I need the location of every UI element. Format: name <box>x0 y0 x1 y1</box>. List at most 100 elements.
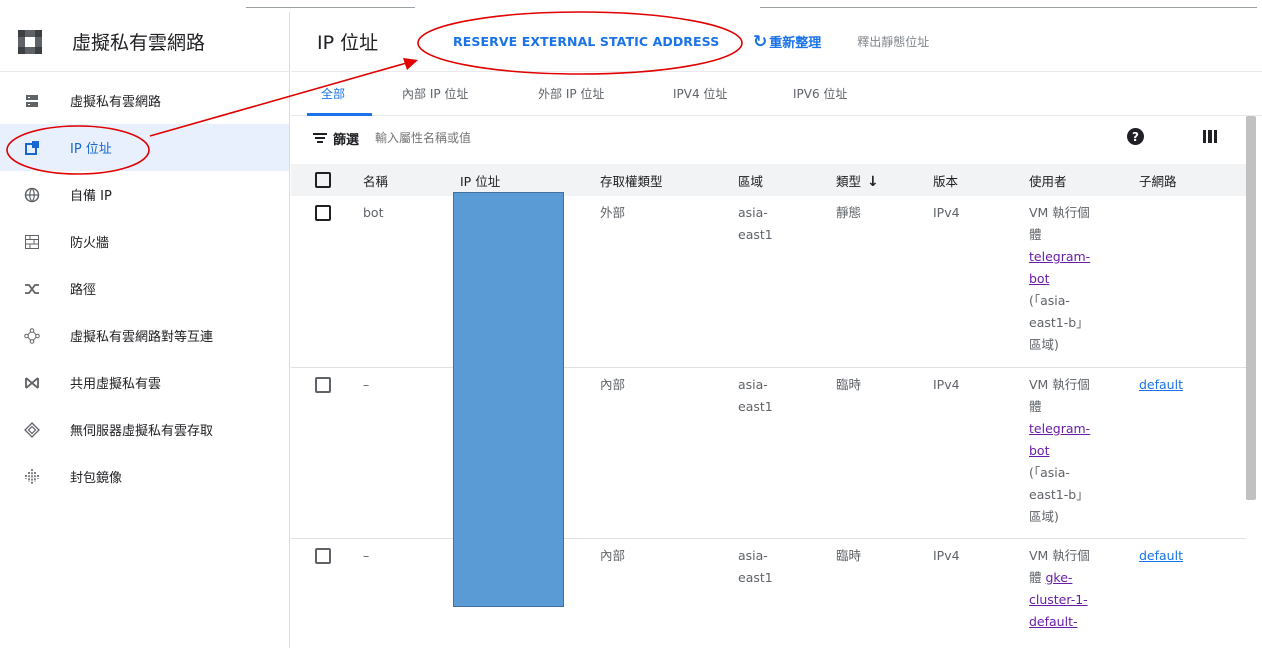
toolbar: IP 位址 RESERVE EXTERNAL STATIC ADDRESS ↻ … <box>291 12 1262 72</box>
sidebar-item-packet-mirroring[interactable]: 封包鏡像 <box>0 453 289 500</box>
cell-region: asia-east1 <box>738 538 836 648</box>
cell-zone-text: (「asia- <box>1029 293 1070 308</box>
ip-address-table: 名稱 IP 位址 存取權類型 區域 類型 ↓ 版本 使用者 子網路 bot 外部 … <box>291 164 1246 648</box>
column-header-type[interactable]: 類型 ↓ <box>836 164 933 196</box>
sidebar-item-serverless-access[interactable]: 無伺服器虛擬私有雲存取 <box>0 406 289 453</box>
filter-label: 篩選 <box>333 132 360 148</box>
cell-access-type: 外部 <box>600 205 626 220</box>
table-row[interactable]: – 內部 asia-east1 臨時 IPv4 VM 執行個 體 gke- cl… <box>291 538 1246 648</box>
cell-user-text: 體 gke- <box>1029 567 1139 589</box>
column-header-region[interactable]: 區域 <box>738 164 836 196</box>
filter-icon[interactable] <box>313 133 327 143</box>
sidebar: 虛擬私有雲網路 虛擬私有雲網路 IP 位址 自備 IP 防火牆 路徑 虛擬私有雲… <box>0 12 290 648</box>
firewall-icon <box>22 234 42 249</box>
cell-subnet <box>1139 196 1246 367</box>
column-display-options-icon[interactable] <box>1203 130 1217 143</box>
cell-zone-text: east1-b」 <box>1029 315 1089 330</box>
refresh-icon: ↻ <box>753 31 768 52</box>
vm-instance-link[interactable]: telegram- <box>1029 418 1139 440</box>
cell-user-text-part: VM 執行個 <box>1029 547 1090 563</box>
cell-region: asia-east1 <box>738 196 836 367</box>
vpc-network-icon <box>22 94 42 108</box>
cell-user-text: VM 執行個 <box>1029 205 1090 220</box>
sidebar-item-label: 無伺服器虛擬私有雲存取 <box>70 424 214 439</box>
tab-external-ip[interactable]: 外部 IP 位址 <box>538 85 604 102</box>
sidebar-title: 虛擬私有雲網路 <box>72 32 206 54</box>
sidebar-item-label: 共用虛擬私有雲 <box>70 377 162 392</box>
refresh-button[interactable]: ↻ 重新整理 <box>753 32 821 52</box>
packet-mirroring-icon <box>22 468 42 486</box>
subnet-link[interactable]: default <box>1139 377 1183 392</box>
sidebar-item-label: 虛擬私有雲網路 <box>70 95 162 110</box>
vm-instance-link[interactable]: telegram- <box>1029 246 1139 268</box>
sidebar-item-vpc-networks[interactable]: 虛擬私有雲網路 <box>0 77 289 124</box>
select-all-checkbox[interactable] <box>315 172 331 188</box>
vm-instance-link[interactable]: gke- <box>1046 570 1073 585</box>
cell-zone-text: (「asia- <box>1029 464 1070 480</box>
sidebar-item-ip-addresses[interactable]: IP 位址 <box>0 124 289 171</box>
table-header-row: 名稱 IP 位址 存取權類型 區域 類型 ↓ 版本 使用者 子網路 <box>291 164 1246 196</box>
scrollbar[interactable] <box>1246 116 1256 500</box>
reserve-external-static-address-button[interactable]: RESERVE EXTERNAL STATIC ADDRESS <box>453 34 753 49</box>
cell-region-line: east1 <box>738 569 773 585</box>
cell-region: asia-east1 <box>738 367 836 538</box>
sidebar-item-firewall[interactable]: 防火牆 <box>0 218 289 265</box>
column-header-in-use-by[interactable]: 使用者 <box>1029 164 1139 196</box>
cell-region-line: asia- <box>738 547 768 563</box>
cell-region-line: east1 <box>738 398 773 414</box>
filter-bar: 篩選 ? <box>291 116 1262 160</box>
table-row[interactable]: bot 外部 asia-east1 靜態 IPv4 VM 執行個 體 teleg… <box>291 196 1246 367</box>
vm-instance-link[interactable]: default- <box>1029 611 1139 633</box>
cell-access-type: 內部 <box>600 547 626 563</box>
cell-subnet: default <box>1139 367 1246 538</box>
tab-ipv6[interactable]: IPV6 位址 <box>793 85 847 102</box>
cell-version: IPv4 <box>933 376 960 392</box>
top-divider-right <box>760 7 1257 8</box>
ip-address-icon <box>22 140 42 155</box>
column-header-name[interactable]: 名稱 <box>363 164 460 196</box>
cell-name: bot <box>363 205 384 220</box>
filter-input[interactable] <box>375 131 676 145</box>
column-header-version[interactable]: 版本 <box>933 164 1029 196</box>
cell-region-line: asia- <box>738 376 768 392</box>
sidebar-item-label: 封包鏡像 <box>70 471 123 486</box>
row-checkbox[interactable] <box>315 205 331 221</box>
help-icon[interactable]: ? <box>1127 128 1144 145</box>
column-header-access-type[interactable]: 存取權類型 <box>600 164 738 196</box>
sidebar-item-label: IP 位址 <box>70 142 112 157</box>
sidebar-item-routes[interactable]: 路徑 <box>0 265 289 312</box>
tab-internal-ip[interactable]: 內部 IP 位址 <box>402 85 468 102</box>
sidebar-item-label: 防火牆 <box>70 236 110 251</box>
sort-descending-icon: ↓ <box>867 173 879 190</box>
tab-all[interactable]: 全部 <box>321 85 345 102</box>
column-header-subnet[interactable]: 子網路 <box>1139 164 1246 196</box>
serverless-access-icon <box>22 421 42 438</box>
tab-ipv4[interactable]: IPV4 位址 <box>673 85 727 102</box>
sidebar-item-label: 自備 IP <box>70 189 112 204</box>
redacted-ip-block <box>453 192 564 607</box>
cell-version: IPv4 <box>933 205 960 220</box>
sidebar-item-vpc-peering[interactable]: 虛擬私有雲網路對等互連 <box>0 312 289 359</box>
row-checkbox[interactable] <box>315 376 331 393</box>
cell-type: 臨時 <box>836 376 862 392</box>
cell-in-use-by: VM 執行個 體 telegram- bot (「asia- east1-b」 … <box>1029 196 1139 367</box>
cell-in-use-by: VM 執行個 體 telegram- bot (「asia- east1-b」 … <box>1029 367 1139 538</box>
row-checkbox[interactable] <box>315 547 331 564</box>
cell-in-use-by: VM 執行個 體 gke- cluster-1- default- <box>1029 538 1139 648</box>
sidebar-item-shared-vpc[interactable]: 共用虛擬私有雲 <box>0 359 289 406</box>
vm-instance-link[interactable]: bot <box>1029 268 1139 290</box>
peering-icon <box>22 327 42 344</box>
sidebar-header: 虛擬私有雲網路 <box>0 12 289 72</box>
vm-instance-link[interactable]: bot <box>1029 440 1139 462</box>
sidebar-item-label: 虛擬私有雲網路對等互連 <box>70 330 214 345</box>
table-row[interactable]: – 內部 asia-east1 臨時 IPv4 VM 執行個 體 telegra… <box>291 367 1246 538</box>
subnet-link[interactable]: default <box>1139 548 1183 563</box>
release-static-address-button[interactable]: 釋出靜態位址 <box>857 33 929 50</box>
vm-instance-link[interactable]: cluster-1- <box>1029 589 1139 611</box>
cell-name: – <box>363 547 370 563</box>
sidebar-item-byoip[interactable]: 自備 IP <box>0 171 289 218</box>
vpc-product-icon <box>18 29 42 54</box>
cell-type: 臨時 <box>836 547 862 563</box>
cell-name: – <box>363 376 370 392</box>
shared-vpc-icon <box>22 376 42 389</box>
